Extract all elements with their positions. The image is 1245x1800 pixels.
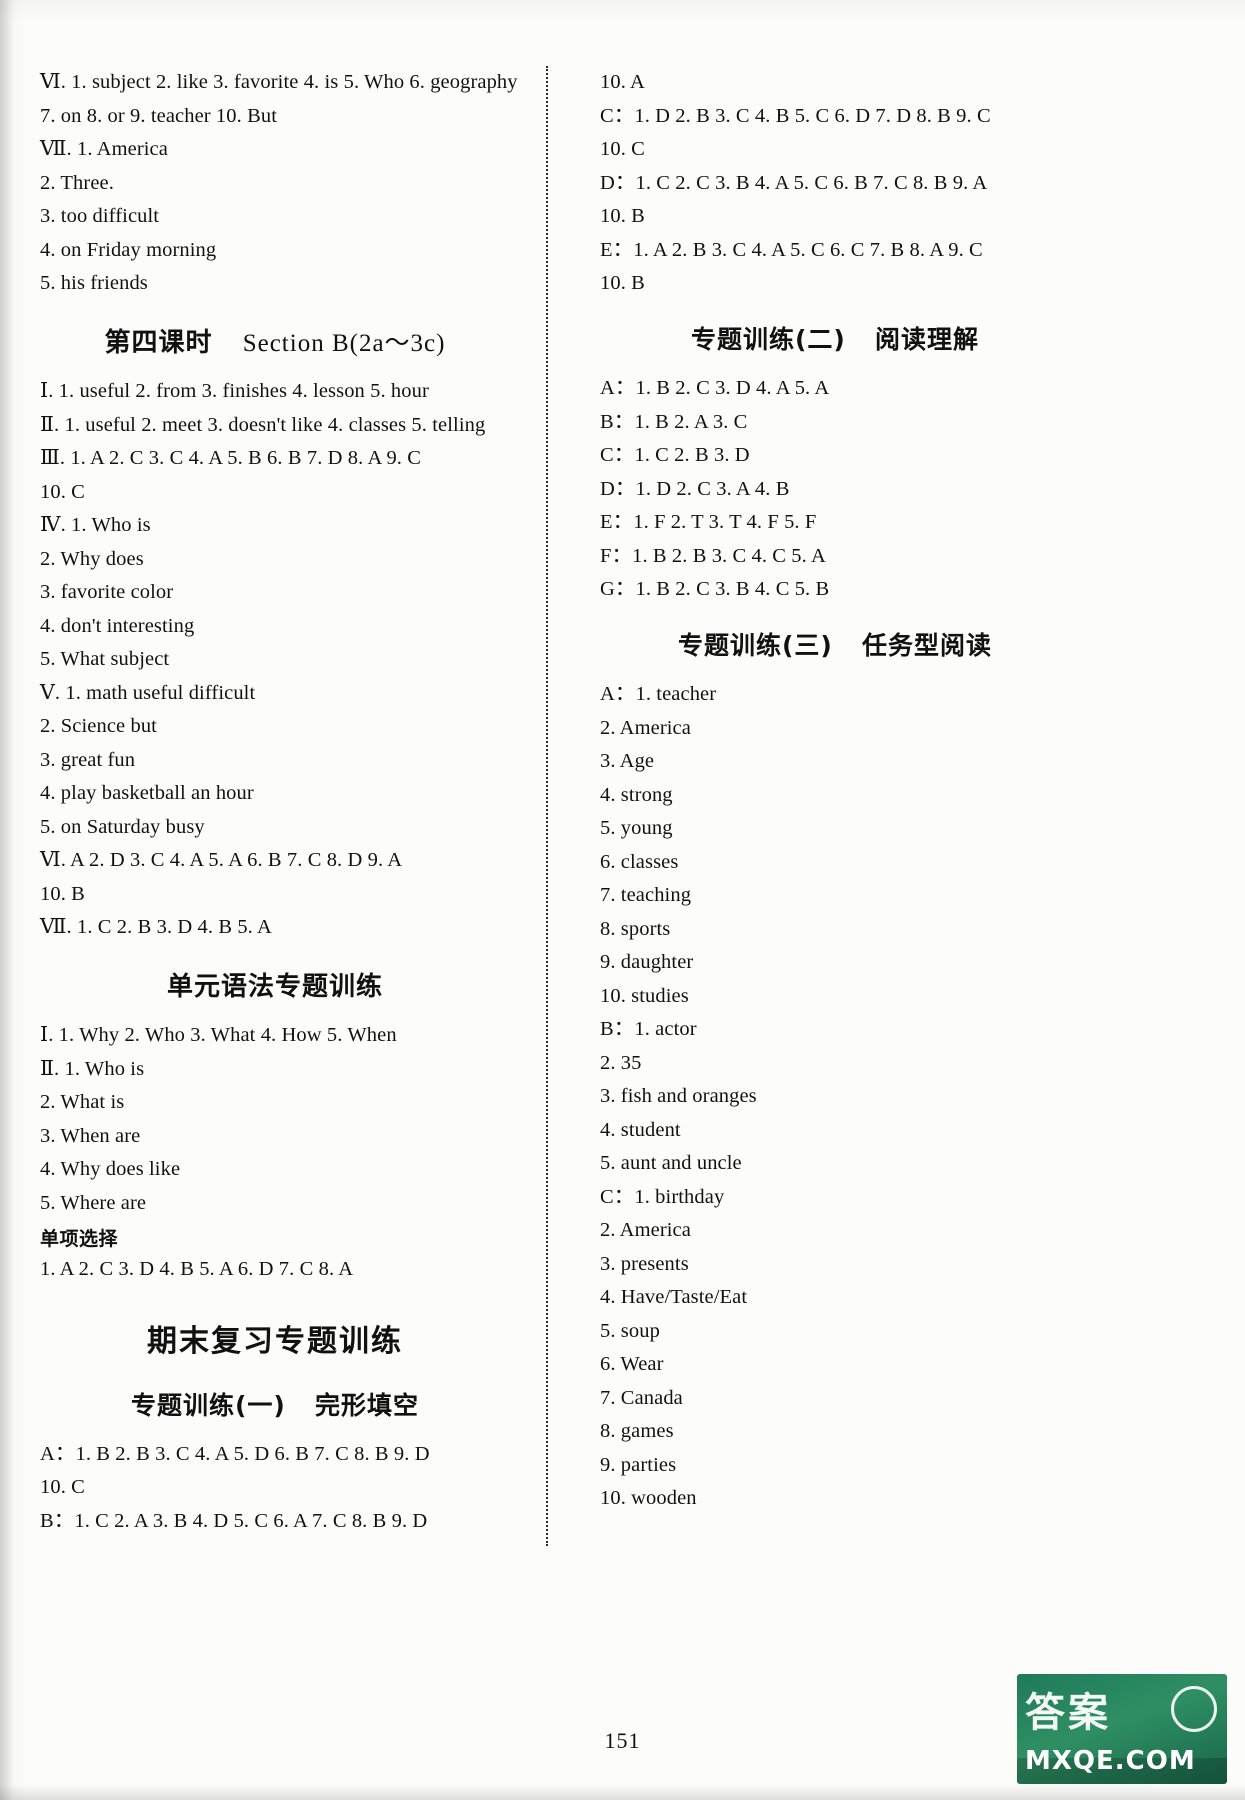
- answer-line: 5. Where are: [40, 1191, 147, 1214]
- answer-line: 2. Three.: [40, 171, 114, 194]
- answer-line: C：1. C 2. B 3. D: [600, 444, 750, 466]
- topic-training-header-label: 专题训练(三): [678, 631, 833, 660]
- answer-line: A：1. B 2. C 3. D 4. A 5. A: [600, 377, 830, 399]
- topic-training-header-topic: 完形填空: [314, 1390, 419, 1420]
- answer-line: 5. aunt and uncle: [600, 1152, 742, 1174]
- watermark-stamp: 答案 MXQE.COM: [1017, 1674, 1227, 1784]
- right-column: 10. A C：1. D 2. B 3. C 4. B 5. C 6. D 7. …: [560, 66, 1070, 1546]
- grammar-section-header: 单元语法专题训练: [166, 972, 383, 1002]
- topic-training-header: 专题训练(三) 任务型阅读: [600, 626, 1070, 662]
- answer-line: Ⅴ. 1. math useful difficult: [40, 681, 256, 704]
- answer-line: 2. What is: [40, 1091, 125, 1113]
- answer-line: A：1. teacher: [600, 683, 717, 705]
- watermark-circle-icon: [1171, 1686, 1217, 1732]
- answer-line: 4. play basketball an hour: [40, 782, 254, 804]
- answer-line: 2. Why does: [40, 547, 144, 570]
- watermark-chinese-label: 答案: [1025, 1690, 1111, 1736]
- answer-key-sheet: Ⅵ. 1. subject 2. like 3. favorite 4. is …: [0, 0, 1245, 1800]
- answer-line: 10. C: [600, 138, 645, 160]
- answer-line: 4. student: [600, 1118, 681, 1141]
- answer-line: 10. B: [600, 205, 645, 227]
- answer-line: 10. C: [40, 480, 85, 503]
- answer-line: 10. C: [40, 1476, 85, 1498]
- answer-line: 10. wooden: [600, 1487, 697, 1509]
- answer-line: 5. young: [600, 817, 673, 839]
- answer-line: 4. don't interesting: [40, 614, 195, 637]
- answer-line: 2. 35: [600, 1051, 642, 1074]
- answer-line: C：1. birthday: [600, 1185, 725, 1208]
- answer-line: 2. America: [600, 1219, 691, 1241]
- answer-line: 8. sports: [600, 917, 671, 940]
- answer-line: 5. What subject: [40, 648, 170, 670]
- answer-line: B：1. actor: [600, 1018, 697, 1040]
- topic-training-header-label: 专题训练(二): [691, 325, 846, 354]
- answer-line: Ⅵ. A 2. D 3. C 4. A 5. A 6. B 7. C 8. D …: [40, 849, 403, 871]
- answer-line: 3. too difficult: [40, 205, 160, 227]
- answer-line: Ⅱ. 1. useful 2. meet 3. doesn't like 4. …: [40, 413, 486, 436]
- answer-line: 6. classes: [600, 850, 679, 873]
- answer-line: Ⅵ. 1. subject 2. like 3. favorite 4. is …: [40, 71, 518, 93]
- page-edge-shadow-left: [0, 0, 14, 1800]
- topic-training-header-topic: 任务型阅读: [861, 631, 992, 660]
- topic-training-header-topic: 阅读理解: [874, 325, 979, 354]
- answer-line: 5. his friends: [40, 272, 148, 294]
- answer-line: B：1. C 2. A 3. B 4. D 5. C 6. A 7. C 8. …: [40, 1509, 428, 1532]
- answer-line: 10. studies: [600, 984, 689, 1007]
- answer-line: 10. B: [40, 882, 85, 905]
- answer-line: F：1. B 2. B 3. C 4. C 5. A: [600, 544, 826, 567]
- section-header: 第四课时 Section B(2a～3c): [40, 322, 510, 359]
- answer-line: Ⅰ. 1. useful 2. from 3. finishes 4. less…: [40, 380, 429, 402]
- answer-line: Ⅳ. 1. Who is: [40, 514, 151, 536]
- answer-line: 3. Age: [600, 750, 655, 772]
- answer-line: 8. games: [600, 1420, 674, 1442]
- answer-line: 4. Why does like: [40, 1158, 181, 1180]
- answer-line: 2. America: [600, 716, 691, 739]
- answer-line: 4. Have/Taste/Eat: [600, 1286, 748, 1308]
- answer-line: G：1. B 2. C 3. B 4. C 5. B: [600, 578, 830, 600]
- answer-line: 9. daughter: [600, 951, 694, 973]
- answer-line: 7. teaching: [600, 884, 692, 906]
- answer-line: E：1. A 2. B 3. C 4. A 5. C 6. C 7. B 8. …: [600, 238, 983, 261]
- answer-line: B：1. B 2. A 3. C: [600, 410, 748, 433]
- subsection-label: 单项选择: [40, 1227, 119, 1250]
- answer-line: 7. Canada: [600, 1386, 683, 1409]
- answer-line: A：1. B 2. B 3. C 4. A 5. D 6. B 7. C 8. …: [40, 1442, 430, 1465]
- answer-line: Ⅲ. 1. A 2. C 3. C 4. A 5. B 6. B 7. D 8.…: [40, 447, 422, 469]
- section-header-en: Section B(2a～3c): [242, 330, 446, 357]
- answer-line: 3. great fun: [40, 748, 136, 771]
- answer-line: 1. A 2. C 3. D 4. B 5. A 6. D 7. C 8. A: [40, 1257, 354, 1280]
- answer-line: 5. soup: [600, 1319, 660, 1342]
- section-header-cn: 第四课时: [104, 328, 213, 358]
- column-divider: [546, 66, 548, 1546]
- watermark-domain-label: MXQE.COM: [1025, 1746, 1196, 1776]
- topic-training-header: 专题训练(二) 阅读理解: [600, 320, 1070, 356]
- page-edge-shadow-bottom: [0, 1784, 1245, 1800]
- answer-line: 3. fish and oranges: [600, 1085, 757, 1107]
- answer-line: 4. on Friday morning: [40, 238, 217, 261]
- answer-line: 10. B: [600, 272, 645, 294]
- left-column: Ⅵ. 1. subject 2. like 3. favorite 4. is …: [40, 66, 534, 1546]
- answer-line: D：1. C 2. C 3. B 4. A 5. C 6. B 7. C 8. …: [600, 171, 988, 194]
- answer-line: 4. strong: [600, 783, 673, 806]
- answer-line: Ⅰ. 1. Why 2. Who 3. What 4. How 5. When: [40, 1024, 397, 1046]
- topic-training-header: 专题训练(一) 完形填空: [40, 1386, 510, 1422]
- answer-line: 7. on 8. or 9. teacher 10. But: [40, 104, 277, 127]
- topic-training-header-label: 专题训练(一): [131, 1390, 286, 1420]
- answer-line: 2. Science but: [40, 715, 157, 737]
- answer-line: Ⅶ. 1. America: [40, 138, 168, 160]
- final-review-header: 期末复习专题训练: [147, 1323, 403, 1359]
- answer-line: 3. presents: [600, 1252, 689, 1275]
- answer-line: 10. A: [600, 71, 645, 93]
- answer-line: C：1. D 2. B 3. C 4. B 5. C 6. D 7. D 8. …: [600, 104, 991, 127]
- answer-line: D：1. D 2. C 3. A 4. B: [600, 477, 790, 500]
- two-column-body: Ⅵ. 1. subject 2. like 3. favorite 4. is …: [40, 66, 1205, 1546]
- answer-line: 9. parties: [600, 1453, 677, 1476]
- answer-line: E：1. F 2. T 3. T 4. F 5. F: [600, 511, 817, 533]
- answer-line: 6. Wear: [600, 1353, 664, 1375]
- answer-line: 5. on Saturday busy: [40, 815, 205, 838]
- answer-line: 3. When are: [40, 1124, 141, 1147]
- answer-line: 3. favorite color: [40, 581, 174, 603]
- answer-line: Ⅱ. 1. Who is: [40, 1057, 145, 1080]
- answer-line: Ⅶ. 1. C 2. B 3. D 4. B 5. A: [40, 916, 272, 938]
